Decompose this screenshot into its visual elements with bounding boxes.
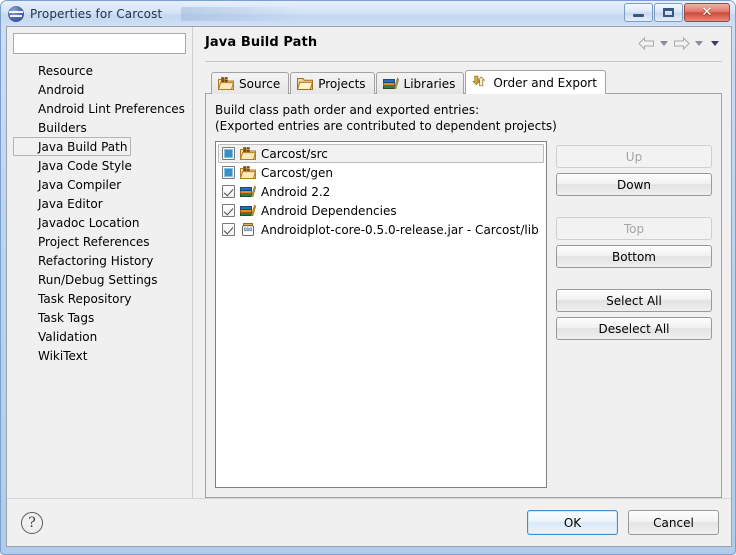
- tab-order-and-export[interactable]: Order and Export: [465, 70, 606, 94]
- page-nav-controls: [638, 35, 722, 50]
- bottom-button[interactable]: Bottom: [556, 245, 712, 268]
- classpath-entry-row[interactable]: Carcost/gen: [218, 163, 544, 182]
- order-buttons-column: Up Down Top Bottom Select All Deselect All: [556, 141, 712, 488]
- sidebar-item-resource[interactable]: Resource: [13, 61, 97, 80]
- close-icon: ✕: [701, 5, 713, 20]
- entry-label: Carcost/src: [261, 146, 328, 161]
- dialog-content: Resource Android Android Lint Preferences B…: [7, 27, 731, 498]
- select-all-button[interactable]: Select All: [556, 289, 712, 312]
- window-controls: ✕: [624, 3, 730, 22]
- dialog-body: Resource Android Android Lint Preferences B…: [6, 26, 732, 547]
- classpath-entry-row[interactable]: Android Dependencies: [218, 201, 544, 220]
- libraries-books-icon: [382, 76, 399, 91]
- minimize-icon: [625, 4, 652, 21]
- back-arrow-icon[interactable]: [638, 37, 655, 50]
- page-header: Java Build Path: [205, 35, 722, 61]
- minimize-button[interactable]: [624, 3, 653, 22]
- up-button: Up: [556, 145, 712, 168]
- svg-text:010: 010: [244, 227, 252, 232]
- sidebar-item-java-build-path[interactable]: Java Build Path: [13, 137, 132, 156]
- help-question-icon[interactable]: ?: [21, 511, 43, 534]
- sidebar-item-validation[interactable]: Validation: [13, 327, 101, 346]
- entry-export-checkbox[interactable]: [222, 166, 235, 179]
- forward-arrow-icon[interactable]: [673, 37, 690, 50]
- entry-label: Carcost/gen: [261, 165, 333, 180]
- window-title: Properties for Carcost: [30, 7, 163, 21]
- classpath-entries-list[interactable]: Carcost/src Carcost/gen Android 2.2 Android…: [215, 141, 547, 488]
- preferences-tree: Resource Android Android Lint Preferences B…: [13, 61, 186, 498]
- sidebar-item-android[interactable]: Android: [13, 80, 88, 99]
- order-export-arrows-icon: [472, 75, 488, 90]
- page-panel: Java Build Path Source Projects Librarie…: [193, 27, 731, 498]
- entry-export-checkbox[interactable]: [222, 147, 235, 160]
- tab-label: Order and Export: [493, 75, 597, 90]
- sidebar-item-run-debug-settings[interactable]: Run/Debug Settings: [13, 270, 162, 289]
- maximize-button[interactable]: [654, 3, 683, 22]
- libraries-books-icon: [240, 184, 257, 199]
- description-line-1: Build class path order and exported entr…: [215, 103, 480, 117]
- sidebar-item-task-repository[interactable]: Task Repository: [13, 289, 136, 308]
- open-folder-icon: [297, 76, 314, 91]
- sidebar-item-refactoring-history[interactable]: Refactoring History: [13, 251, 157, 270]
- entry-export-checkbox[interactable]: [222, 185, 235, 198]
- deselect-all-button[interactable]: Deselect All: [556, 317, 712, 340]
- entry-label: Android Dependencies: [261, 203, 397, 218]
- sidebar-item-android-lint-preferences[interactable]: Android Lint Preferences: [13, 99, 186, 118]
- back-history-chevron-down-icon[interactable]: [660, 41, 668, 46]
- sidebar-item-java-editor[interactable]: Java Editor: [13, 194, 107, 213]
- source-folder-icon: [217, 76, 235, 91]
- cancel-button[interactable]: Cancel: [628, 510, 719, 535]
- titlebar-ghost-artifact: [181, 7, 301, 21]
- entry-label: Androidplot-core-0.5.0-release.jar - Car…: [261, 222, 539, 237]
- source-folder-icon: [239, 146, 257, 161]
- entry-label: Android 2.2: [261, 184, 331, 199]
- top-button: Top: [556, 217, 712, 240]
- view-menu-icon[interactable]: [711, 41, 719, 46]
- properties-dialog-window: Properties for Carcost ✕ Resource Android…: [0, 0, 736, 555]
- jar-icon: 010: [240, 222, 256, 237]
- dialog-footer: ? OK Cancel: [7, 498, 731, 546]
- sidebar-item-java-compiler[interactable]: Java Compiler: [13, 175, 125, 194]
- ok-button[interactable]: OK: [527, 510, 618, 535]
- sidebar-item-builders[interactable]: Builders: [13, 118, 91, 137]
- entry-export-checkbox[interactable]: [222, 204, 235, 217]
- filter-input[interactable]: [13, 33, 186, 54]
- forward-history-chevron-down-icon[interactable]: [695, 41, 703, 46]
- tab-libraries[interactable]: Libraries: [375, 72, 465, 94]
- classpath-entry-row[interactable]: Carcost/src: [218, 144, 544, 163]
- tab-source[interactable]: Source: [211, 72, 290, 94]
- tab-label: Source: [239, 76, 281, 91]
- sidebar-item-wikitext[interactable]: WikiText: [13, 346, 92, 365]
- order-and-export-panel: Build class path order and exported entr…: [205, 93, 722, 498]
- tab-label: Projects: [318, 76, 366, 91]
- close-button[interactable]: ✕: [684, 3, 730, 22]
- tab-label: Libraries: [403, 76, 456, 91]
- sidebar-item-java-code-style[interactable]: Java Code Style: [13, 156, 136, 175]
- window-titlebar: Properties for Carcost ✕: [1, 1, 735, 27]
- description-line-2: (Exported entries are contributed to dep…: [215, 119, 557, 133]
- eclipse-globe-icon: [8, 6, 24, 22]
- classpath-entry-row[interactable]: Android 2.2: [218, 182, 544, 201]
- maximize-icon: [655, 4, 682, 21]
- preferences-sidebar: Resource Android Android Lint Preferences B…: [7, 27, 193, 498]
- down-button[interactable]: Down: [556, 173, 712, 196]
- page-title: Java Build Path: [205, 35, 318, 50]
- sidebar-item-task-tags[interactable]: Task Tags: [13, 308, 98, 327]
- entry-export-checkbox[interactable]: [222, 223, 235, 236]
- tab-bar: Source Projects Libraries Order and Export: [205, 70, 722, 94]
- tab-projects[interactable]: Projects: [290, 72, 375, 94]
- sidebar-item-javadoc-location[interactable]: Javadoc Location: [13, 213, 143, 232]
- header-divider: [205, 61, 722, 62]
- source-folder-icon: [239, 165, 257, 180]
- sidebar-item-project-references[interactable]: Project References: [13, 232, 154, 251]
- entries-row: Carcost/src Carcost/gen Android 2.2 Android…: [215, 141, 712, 488]
- libraries-books-icon: [240, 203, 257, 218]
- classpath-entry-row[interactable]: 010 Androidplot-core-0.5.0-release.jar - …: [218, 220, 544, 239]
